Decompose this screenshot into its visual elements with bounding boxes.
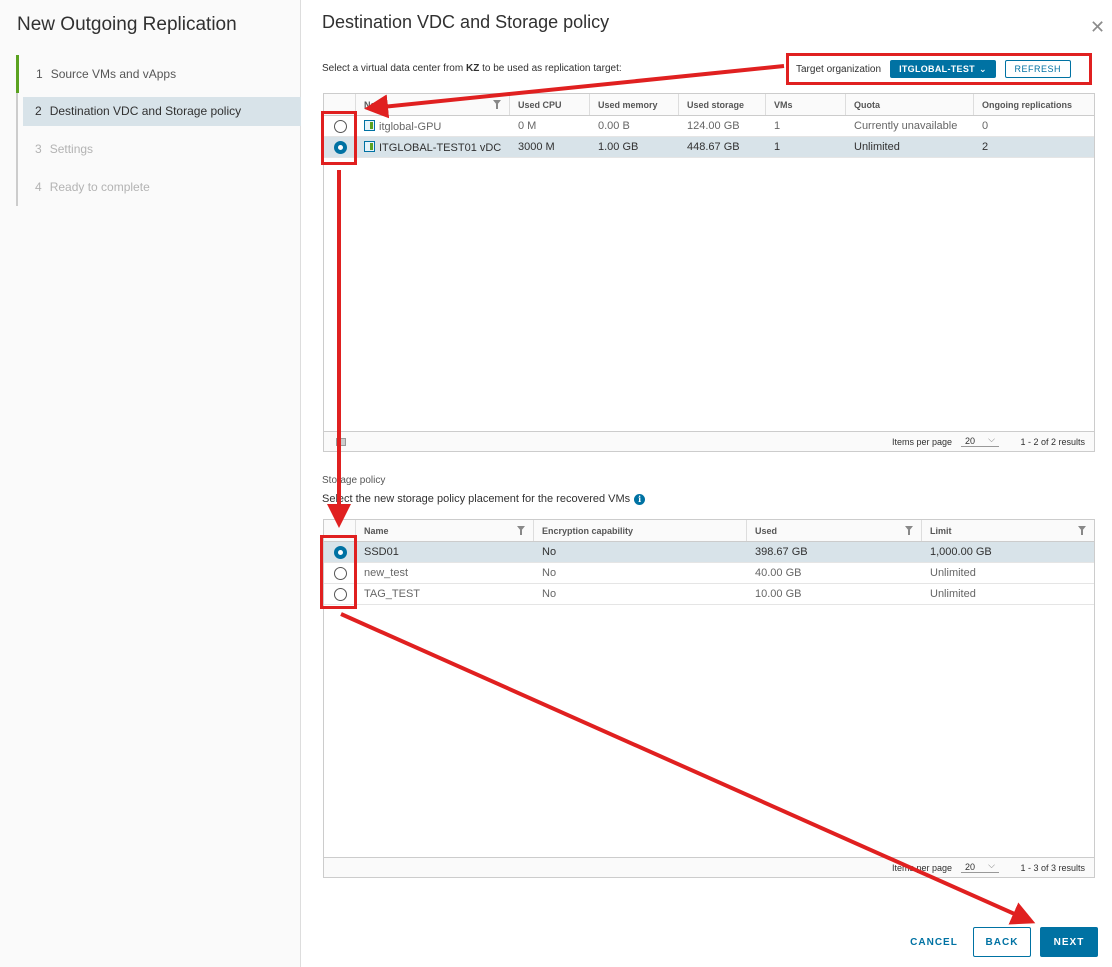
wizard-step-source[interactable]: 1 Source VMs and vApps [16,55,301,93]
storage-policy-radio[interactable] [334,566,347,580]
close-icon[interactable]: ✕ [1090,17,1105,38]
column-header-ongoing-replications[interactable]: Ongoing replications [974,94,1094,115]
column-header-name[interactable]: Name [356,520,534,541]
pagination-results: 1 - 3 of 3 results [1020,862,1085,873]
storage-policy-datagrid: Name Encryption capability Used Limit SS… [323,519,1095,878]
pagination-results: 1 - 2 of 2 results [1020,436,1085,447]
filter-icon[interactable] [905,526,913,535]
storage-policy-radio[interactable] [334,545,347,559]
storage-policy-instruction: Select the new storage policy placement … [322,493,646,505]
storage-grid-footer: Items per page 20 1 - 3 of 3 results [324,857,1094,877]
table-row[interactable]: TAG_TEST No 10.00 GB Unlimited [324,584,1094,605]
storage-policy-label: Storage policy [322,475,386,486]
column-header-name[interactable]: Name [356,94,510,115]
wizard-step-settings: 3 Settings [35,142,94,156]
select-column-header [324,94,356,115]
table-row[interactable]: itglobal-GPU 0 M 0.00 B 124.00 GB 1 Curr… [324,116,1094,137]
items-per-page-select[interactable]: 20 [961,434,999,447]
table-row[interactable]: ITGLOBAL-TEST01 vDC 3000 M 1.00 GB 448.6… [324,137,1094,158]
vdc-radio[interactable] [334,140,347,154]
vdc-icon [364,140,375,152]
select-column-header [324,520,356,541]
column-header-vms[interactable]: VMs [766,94,846,115]
table-row[interactable]: SSD01 No 398.67 GB 1,000.00 GB [324,542,1094,563]
target-organization-dropdown[interactable]: ITGLOBAL-TEST ⌄ [890,60,996,78]
storage-grid-header: Name Encryption capability Used Limit [324,520,1094,542]
refresh-button[interactable]: REFRESH [1004,60,1071,78]
wizard-title: New Outgoing Replication [17,14,237,35]
wizard-step-destination[interactable]: 2 Destination VDC and Storage policy [23,97,301,126]
vdc-icon [364,119,375,131]
wizard-sidebar: New Outgoing Replication 1 Source VMs and… [0,0,301,967]
page-title: Destination VDC and Storage policy [322,12,610,32]
column-header-used-cpu[interactable]: Used CPU [510,94,590,115]
target-organization-label: Target organization [796,63,882,75]
storage-policy-radio[interactable] [334,587,347,601]
filter-icon[interactable] [493,100,501,109]
vdc-grid-header: Name Used CPU Used memory Used storage V… [324,94,1094,116]
vdc-instruction: Select a virtual data center from KZ to … [322,63,622,74]
vdc-datagrid: Name Used CPU Used memory Used storage V… [323,93,1095,452]
wizard-step-ready: 4 Ready to complete [35,180,150,194]
items-per-page-select[interactable]: 20 [961,860,999,873]
vdc-radio[interactable] [334,119,347,133]
wizard-steps: 1 Source VMs and vApps 2 Destination VDC a… [16,55,301,206]
column-header-used-memory[interactable]: Used memory [590,94,679,115]
column-header-used[interactable]: Used [747,520,922,541]
back-button[interactable]: BACK [973,927,1031,957]
target-organization-box: Target organization ITGLOBAL-TEST ⌄ REFR… [786,53,1092,85]
info-icon[interactable]: i [634,493,646,505]
column-header-used-storage[interactable]: Used storage [679,94,766,115]
chevron-down-icon: ⌄ [978,63,987,74]
filter-icon[interactable] [1078,526,1086,535]
cancel-button[interactable]: CANCEL [900,927,968,957]
next-button[interactable]: NEXT [1040,927,1098,957]
column-toggle-icon[interactable] [336,437,346,446]
filter-icon[interactable] [517,526,525,535]
vdc-grid-footer: Items per page 20 1 - 2 of 2 results [324,431,1094,451]
column-header-quota[interactable]: Quota [846,94,974,115]
table-row[interactable]: new_test No 40.00 GB Unlimited [324,563,1094,584]
column-header-encryption[interactable]: Encryption capability [534,520,747,541]
column-header-limit[interactable]: Limit [922,520,1094,541]
